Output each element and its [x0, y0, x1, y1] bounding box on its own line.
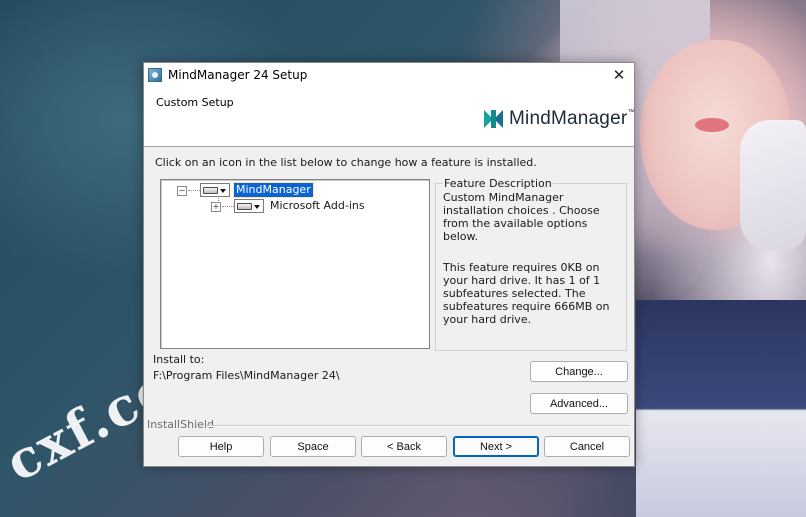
title-bar[interactable]: MindManager 24 Setup ✕	[144, 63, 634, 88]
hard-drive-icon	[203, 187, 218, 194]
header-banner: Custom Setup MindManager™	[144, 88, 634, 147]
space-button[interactable]: Space	[270, 436, 356, 457]
dropdown-arrow-icon	[220, 189, 226, 193]
tree-item-mindmanager[interactable]: − MindManager	[177, 182, 337, 199]
feature-tree[interactable]: − MindManager + Microsoft Add-ins	[160, 179, 430, 349]
wallpaper-lips	[695, 118, 729, 132]
next-button[interactable]: Next >	[453, 436, 539, 457]
footer-divider	[208, 425, 630, 427]
window-title: MindManager 24 Setup	[168, 68, 308, 82]
feature-description-title: Feature Description	[443, 177, 553, 190]
collapse-icon[interactable]: −	[177, 186, 187, 196]
change-button[interactable]: Change...	[530, 361, 628, 382]
feature-requirements-text: This feature requires 0KB on your hard d…	[443, 261, 610, 326]
tree-item-label[interactable]: MindManager	[233, 182, 314, 198]
trademark-symbol: ™	[627, 109, 635, 116]
installer-icon	[148, 68, 162, 82]
help-button[interactable]: Help	[178, 436, 264, 457]
close-icon: ✕	[612, 66, 626, 84]
page-title: Custom Setup	[156, 96, 234, 109]
back-button[interactable]: < Back	[361, 436, 447, 457]
cancel-button[interactable]: Cancel	[544, 436, 630, 457]
wallpaper-uniform	[636, 300, 806, 517]
setup-dialog: MindManager 24 Setup ✕ Custom Setup Mind…	[143, 62, 635, 467]
tree-item-microsoft-add-ins[interactable]: + Microsoft Add-ins	[211, 199, 411, 215]
feature-state-dropdown[interactable]	[200, 183, 230, 197]
feature-description-text: Custom MindManager installation choices …	[443, 191, 600, 243]
expand-icon[interactable]: +	[211, 202, 221, 212]
installshield-label: InstallShield	[147, 418, 214, 431]
mindmanager-logo-icon	[484, 110, 504, 128]
instructions-text: Click on an icon in the list below to ch…	[155, 156, 537, 169]
close-button[interactable]: ✕	[604, 63, 634, 88]
tree-item-label[interactable]: Microsoft Add-ins	[268, 199, 367, 213]
hard-drive-icon	[237, 203, 252, 210]
install-to-label: Install to:	[153, 353, 205, 366]
feature-state-dropdown[interactable]	[234, 199, 264, 213]
advanced-button[interactable]: Advanced...	[530, 393, 628, 414]
dropdown-arrow-icon	[254, 205, 260, 209]
install-path: F:\Program Files\MindManager 24\	[153, 369, 340, 382]
wallpaper-glove	[740, 120, 806, 250]
logo-text: MindManager	[509, 108, 628, 129]
